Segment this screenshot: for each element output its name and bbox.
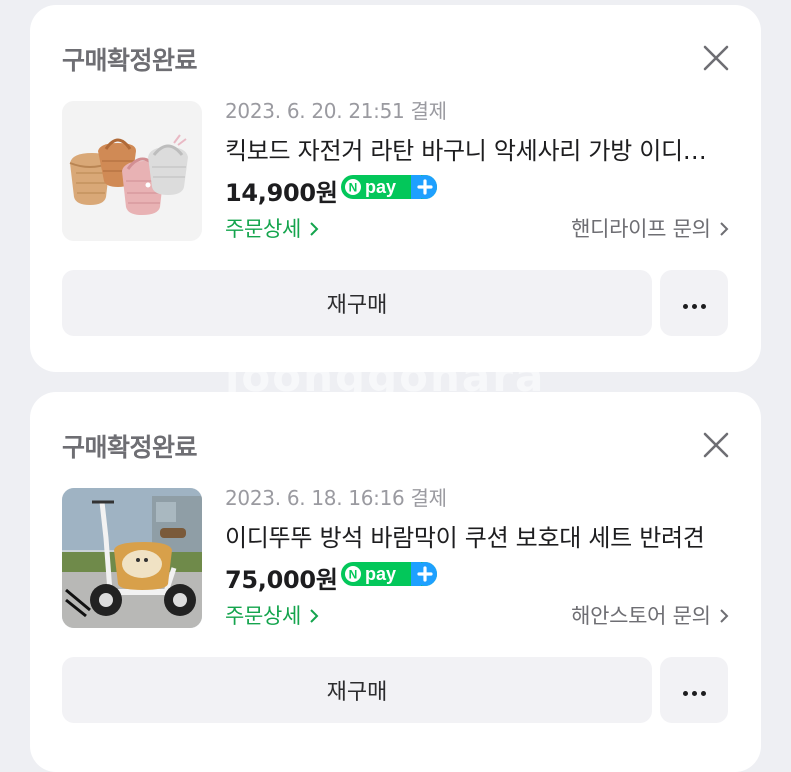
- payment-date: 2023. 6. 20. 21:51 결제: [225, 99, 447, 123]
- order-card: 구매확정완료 2023. 6. 18. 16:16 결제 이디뚜뚜 방석 바람막…: [30, 392, 761, 772]
- npay-logo-icon: N pay: [341, 175, 437, 199]
- seller-inquiry-link[interactable]: 해안스토어 문의: [571, 600, 729, 630]
- order-detail-link[interactable]: 주문상세: [225, 600, 319, 630]
- product-title[interactable]: 킥보드 자전거 라탄 바구니 악세사리 가방 이디뚜뚜: [225, 131, 725, 166]
- more-dots-icon: [681, 294, 708, 313]
- npay-logo-icon: N pay: [341, 562, 437, 586]
- rebuy-button[interactable]: 재구매: [62, 657, 652, 723]
- order-detail-link[interactable]: 주문상세: [225, 213, 319, 243]
- npay-label: pay: [365, 564, 396, 584]
- npay-label: pay: [365, 177, 396, 197]
- seller-inquiry-label: 핸디라이프 문의: [571, 217, 711, 241]
- basket-product-image: [62, 101, 202, 241]
- order-card: 구매확정완료 2023. 6. 20. 21:51 결제 킥보드 자전거 라탄 …: [30, 5, 761, 372]
- close-icon[interactable]: [701, 430, 731, 460]
- chevron-right-icon: [310, 609, 319, 623]
- order-detail-label: 주문상세: [225, 217, 302, 241]
- chevron-right-icon: [720, 609, 729, 623]
- product-price: 75,000원: [225, 566, 338, 594]
- chevron-right-icon: [310, 222, 319, 236]
- svg-text:N: N: [349, 568, 358, 582]
- svg-text:N: N: [349, 181, 358, 195]
- seller-inquiry-link[interactable]: 핸디라이프 문의: [571, 213, 729, 243]
- scooter-product-image: [62, 488, 202, 628]
- order-status: 구매확정완료: [62, 46, 198, 75]
- chevron-right-icon: [720, 222, 729, 236]
- more-options-button[interactable]: [660, 270, 728, 336]
- order-status: 구매확정완료: [62, 433, 198, 462]
- product-thumbnail[interactable]: [62, 101, 202, 241]
- payment-date: 2023. 6. 18. 16:16 결제: [225, 486, 447, 510]
- more-options-button[interactable]: [660, 657, 728, 723]
- seller-inquiry-label: 해안스토어 문의: [571, 604, 711, 628]
- close-icon[interactable]: [701, 43, 731, 73]
- product-price: 14,900원: [225, 179, 338, 207]
- order-detail-label: 주문상세: [225, 604, 302, 628]
- product-title[interactable]: 이디뚜뚜 방석 바람막이 쿠션 보호대 세트 반려견: [225, 518, 725, 553]
- rebuy-button[interactable]: 재구매: [62, 270, 652, 336]
- product-thumbnail[interactable]: [62, 488, 202, 628]
- more-dots-icon: [681, 681, 708, 700]
